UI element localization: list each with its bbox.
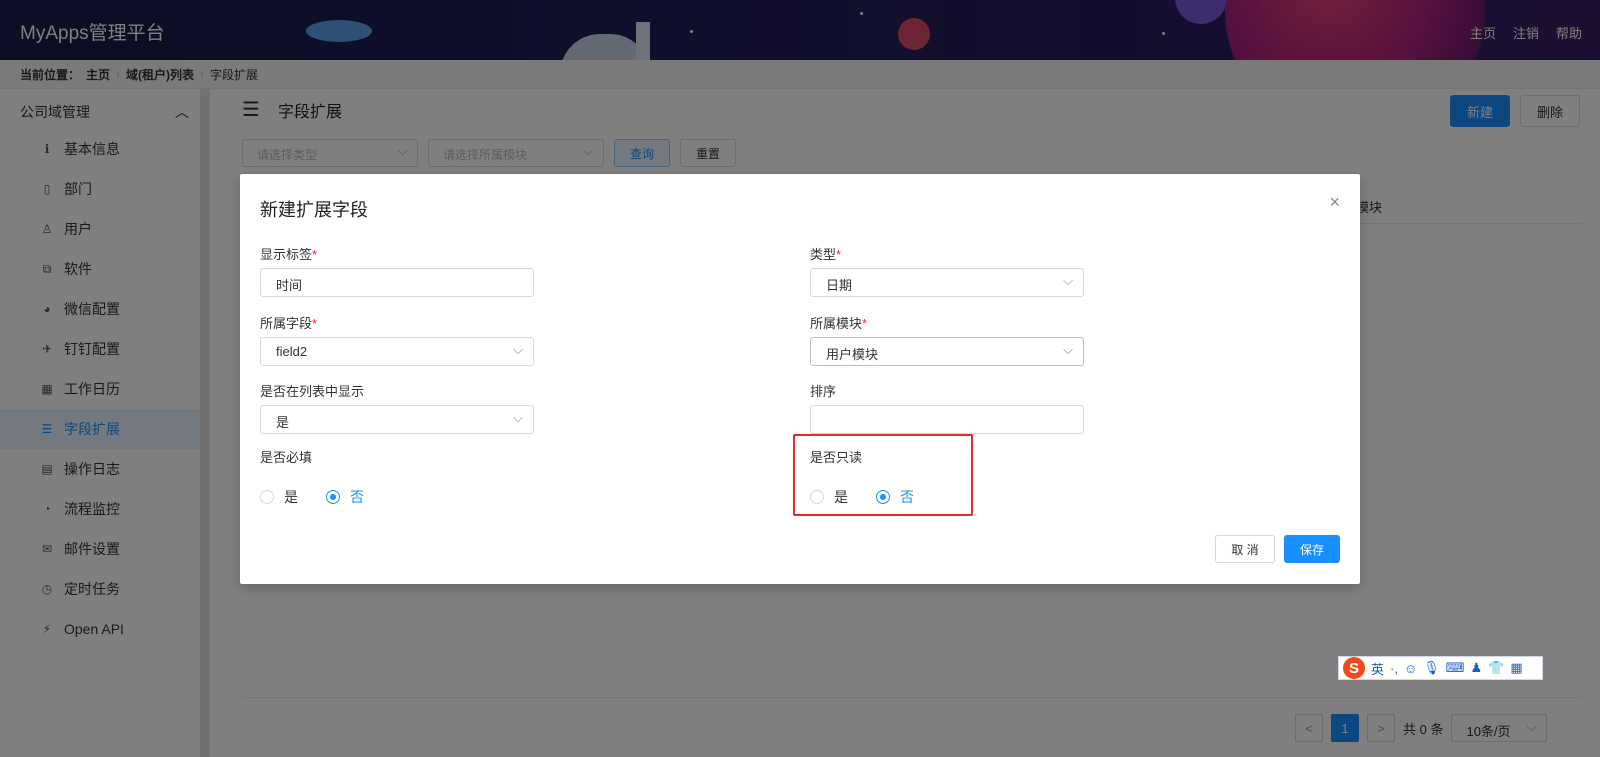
ime-toolbar: S 英 ·, ☺ 🎙 ⌨ ♟ 👕 ▦	[1338, 656, 1543, 680]
field-name-field: 所属字段* field2	[260, 313, 534, 366]
field-name-select[interactable]: field2	[260, 337, 534, 366]
radio-checked-icon	[326, 490, 340, 504]
cancel-button[interactable]: 取 消	[1215, 535, 1275, 563]
ime-mode-toggle[interactable]: 英	[1371, 659, 1384, 678]
emoji-icon[interactable]: ☺	[1404, 661, 1417, 676]
module-select[interactable]: 用户模块	[810, 337, 1084, 366]
save-button[interactable]: 保存	[1284, 535, 1340, 563]
display-label-label: 显示标签	[260, 247, 313, 262]
show-in-list-field: 是否在列表中显示 是	[260, 381, 534, 434]
display-label-input[interactable]: 时间	[260, 268, 534, 297]
punctuation-icon[interactable]: ·,	[1390, 661, 1398, 676]
required-radio-group: 是 否	[260, 487, 364, 507]
required-mark: *	[312, 316, 318, 331]
skin-shirt-icon[interactable]: 👕	[1488, 660, 1504, 676]
module-label: 所属模块	[810, 316, 863, 331]
required-no-radio[interactable]: 否	[326, 487, 364, 507]
readonly-highlight-box	[793, 434, 973, 516]
user-icon[interactable]: ♟	[1471, 660, 1483, 676]
type-field: 类型* 日期	[810, 244, 1084, 297]
close-icon[interactable]: ×	[1329, 192, 1340, 213]
sogou-logo-icon[interactable]: S	[1343, 657, 1365, 679]
show-in-list-select[interactable]: 是	[260, 405, 534, 434]
required-yes-radio[interactable]: 是	[260, 487, 298, 507]
toolbox-grid-icon[interactable]: ▦	[1510, 660, 1522, 676]
module-field: 所属模块* 用户模块	[810, 313, 1084, 366]
keyboard-icon[interactable]: ⌨	[1446, 660, 1465, 676]
sort-field: 排序	[810, 381, 1084, 434]
required-mark: *	[836, 247, 842, 262]
required-label: 是否必填	[260, 450, 313, 465]
sort-input[interactable]	[810, 405, 1084, 434]
microphone-icon[interactable]: 🎙	[1423, 660, 1440, 676]
radio-circle-icon	[260, 490, 274, 504]
required-field: 是否必填 是 否	[260, 447, 364, 507]
display-label-field: 显示标签* 时间	[260, 244, 534, 297]
field-name-label: 所属字段	[260, 316, 313, 331]
type-select[interactable]: 日期	[810, 268, 1084, 297]
new-field-dialog: 新建扩展字段 × 显示标签* 时间 类型* 日期 所属字段* field2 所属…	[240, 174, 1360, 584]
show-in-list-label: 是否在列表中显示	[260, 384, 365, 399]
required-mark: *	[312, 247, 318, 262]
type-label: 类型	[810, 247, 837, 262]
sort-label: 排序	[810, 384, 837, 399]
dialog-title: 新建扩展字段	[260, 200, 368, 220]
required-mark: *	[862, 316, 868, 331]
